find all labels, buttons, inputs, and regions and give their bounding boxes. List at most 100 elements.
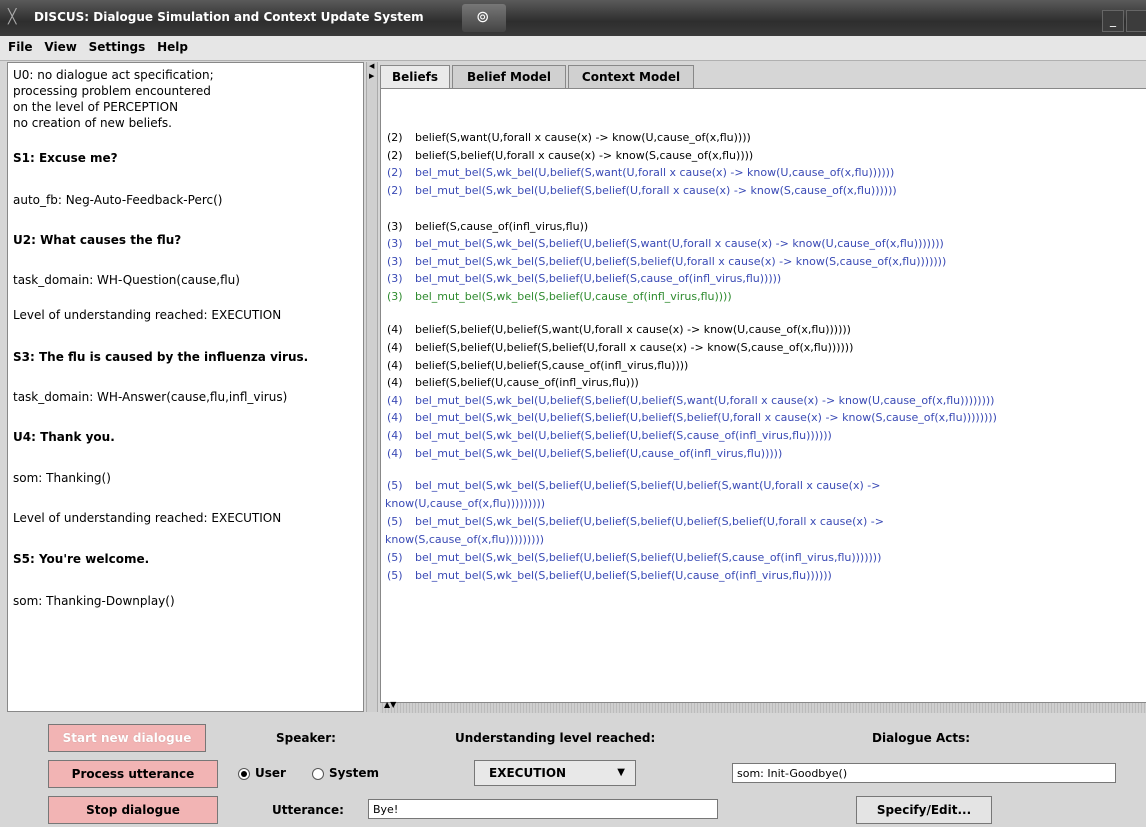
belief-index: (4)	[387, 411, 403, 424]
belief-line: know(U,cause_of(x,flu)))))))))	[385, 497, 545, 510]
belief-index: (2)	[387, 166, 403, 179]
belief-line: (4) belief(S,belief(U,belief(S,cause_of(i…	[387, 359, 688, 372]
belief-text: bel_mut_bel(S,wk_bel(U,belief(S,belief(U…	[415, 184, 897, 197]
window-title: DISCUS: Dialogue Simulation and Context …	[34, 10, 424, 24]
understanding-level-select[interactable]: EXECUTION ▼	[474, 760, 636, 786]
menu-settings[interactable]: Settings	[89, 40, 146, 54]
dialogue-log-line: S3: The flu is caused by the influenza v…	[13, 350, 309, 364]
close-button[interactable]	[1126, 10, 1146, 32]
belief-text: belief(S,cause_of(infl_virus,flu))	[415, 220, 589, 233]
belief-line: (3) bel_mut_bel(S,wk_bel(S,belief(U,belie…	[387, 237, 944, 250]
belief-text: bel_mut_bel(S,wk_bel(S,belief(U,cause_of…	[415, 290, 732, 303]
menu-view[interactable]: View	[44, 40, 76, 54]
belief-index: (5)	[387, 569, 403, 582]
understanding-level-label: Understanding level reached:	[455, 731, 656, 745]
dialogue-log-line: task_domain: WH-Answer(cause,flu,infl_vi…	[13, 390, 288, 404]
speaker-system-radio[interactable]: System	[312, 766, 379, 780]
dialogue-log-panel[interactable]: U0: no dialogue act specification; proces…	[7, 62, 364, 712]
dialogue-log-line: S5: You're welcome.	[13, 552, 150, 566]
belief-text: bel_mut_bel(S,wk_bel(S,belief(U,belief(S…	[415, 255, 947, 268]
belief-line: know(S,cause_of(x,flu)))))))))	[385, 533, 544, 546]
belief-line: (3) belief(S,cause_of(infl_virus,flu))	[387, 220, 588, 233]
belief-text: bel_mut_bel(S,wk_bel(S,belief(U,belief(S…	[415, 569, 832, 582]
collapse-right-icon[interactable]: ▶	[369, 72, 374, 80]
belief-index: (3)	[387, 272, 403, 285]
tab-beliefs[interactable]: Beliefs	[380, 65, 450, 89]
menu-file[interactable]: File	[8, 40, 33, 54]
window-close-x-icon[interactable]: ╳	[8, 9, 16, 25]
belief-text: bel_mut_bel(S,wk_bel(S,belief(U,belief(S…	[415, 551, 882, 564]
belief-line: (2) belief(S,want(U,forall x cause(x) -> …	[387, 131, 751, 144]
dialogue-acts-input[interactable]: som: Init-Goodbye()	[732, 763, 1116, 783]
belief-text: bel_mut_bel(S,wk_bel(U,belief(S,belief(U…	[415, 447, 783, 460]
understanding-level-value: EXECUTION	[489, 766, 567, 780]
belief-text: know(U,cause_of(x,flu)))))))))	[385, 497, 546, 510]
belief-index: (3)	[387, 220, 403, 233]
specify-edit-button[interactable]: Specify/Edit...	[856, 796, 992, 824]
belief-line: (5) bel_mut_bel(S,wk_bel(S,belief(U,belie…	[387, 515, 884, 528]
belief-index: (5)	[387, 515, 403, 528]
stop-dialogue-button[interactable]: Stop dialogue	[48, 796, 218, 824]
radio-unselected-icon	[312, 767, 324, 780]
belief-index: (3)	[387, 290, 403, 303]
beliefs-panel[interactable]: (2) belief(S,want(U,forall x cause(x) -> …	[380, 88, 1146, 704]
belief-line: (3) bel_mut_bel(S,wk_bel(S,belief(U,belie…	[387, 255, 946, 268]
dialogue-log-line: U2: What causes the flu?	[13, 233, 182, 247]
belief-line: (3) bel_mut_bel(S,wk_bel(S,belief(U,belie…	[387, 272, 781, 285]
belief-line: (4) bel_mut_bel(S,wk_bel(U,belief(S,belie…	[387, 411, 997, 424]
belief-index: (4)	[387, 376, 403, 389]
belief-line: (2) belief(S,belief(U,forall x cause(x) -…	[387, 149, 753, 162]
belief-index: (2)	[387, 149, 403, 162]
radio-selected-icon	[238, 767, 250, 780]
menu-help[interactable]: Help	[157, 40, 188, 54]
dialogue-log-line: som: Thanking-Downplay()	[13, 594, 175, 608]
belief-text: know(S,cause_of(x,flu)))))))))	[385, 533, 545, 546]
tab-belief-model[interactable]: Belief Model	[452, 65, 566, 88]
belief-text: belief(S,belief(U,belief(S,belief(U,fora…	[415, 341, 854, 354]
menu-bar: File View Settings Help	[0, 36, 1146, 61]
belief-index: (2)	[387, 184, 403, 197]
belief-index: (3)	[387, 255, 403, 268]
dialogue-log-line: on the level of PERCEPTION	[13, 100, 179, 114]
scroll-arrows-icon[interactable]: ▲▼	[384, 700, 396, 709]
horizontal-scrollbar[interactable]: ▲▼	[380, 700, 1146, 713]
minimize-button[interactable]: _	[1102, 10, 1124, 32]
utterance-input[interactable]: Bye!	[368, 799, 718, 819]
belief-text: belief(S,belief(U,belief(S,cause_of(infl…	[415, 359, 689, 372]
belief-index: (4)	[387, 341, 403, 354]
belief-line: (2) bel_mut_bel(S,wk_bel(U,belief(S,want(…	[387, 166, 894, 179]
belief-text: bel_mut_bel(S,wk_bel(S,belief(U,belief(S…	[415, 237, 944, 250]
belief-text: bel_mut_bel(S,wk_bel(U,belief(S,belief(U…	[415, 429, 832, 442]
pane-splitter[interactable]: ◀ ▶	[366, 62, 378, 712]
dialogue-log-line: U4: Thank you.	[13, 430, 115, 444]
taskbar-tab[interactable]: ⊚	[462, 4, 506, 32]
dialogue-log-line: task_domain: WH-Question(cause,flu)	[13, 273, 240, 287]
belief-line: (2) bel_mut_bel(S,wk_bel(U,belief(S,belie…	[387, 184, 897, 197]
belief-text: bel_mut_bel(S,wk_bel(S,belief(U,belief(S…	[415, 515, 884, 528]
belief-index: (5)	[387, 479, 403, 492]
process-utterance-button[interactable]: Process utterance	[48, 760, 218, 788]
tab-context-model[interactable]: Context Model	[568, 65, 694, 88]
dialogue-log-line: processing problem encountered	[13, 84, 211, 98]
belief-line: (4) belief(S,belief(U,belief(S,belief(U,f…	[387, 341, 853, 354]
belief-line: (4) belief(S,belief(U,belief(S,want(U,for…	[387, 323, 851, 336]
network-icon: ⊚	[476, 7, 490, 26]
dialogue-log-line: som: Thanking()	[13, 471, 111, 485]
collapse-left-icon[interactable]: ◀	[369, 62, 374, 70]
belief-line: (5) bel_mut_bel(S,wk_bel(S,belief(U,belie…	[387, 479, 880, 492]
dialogue-log-line: Level of understanding reached: EXECUTIO…	[13, 511, 282, 525]
belief-line: (4) bel_mut_bel(S,wk_bel(U,belief(S,belie…	[387, 447, 782, 460]
belief-text: bel_mut_bel(S,wk_bel(U,belief(S,belief(U…	[415, 411, 997, 424]
speaker-user-radio[interactable]: User	[238, 766, 286, 780]
control-panel: Start new dialogue Process utterance Sto…	[0, 713, 1146, 827]
belief-index: (4)	[387, 447, 403, 460]
belief-index: (4)	[387, 429, 403, 442]
belief-text: belief(S,belief(U,cause_of(infl_virus,fl…	[415, 376, 639, 389]
belief-index: (4)	[387, 394, 403, 407]
belief-text: bel_mut_bel(S,wk_bel(S,belief(U,belief(S…	[415, 479, 881, 492]
belief-text: bel_mut_bel(S,wk_bel(U,belief(S,want(U,f…	[415, 166, 895, 179]
belief-index: (3)	[387, 237, 403, 250]
dialogue-log-line: S1: Excuse me?	[13, 151, 118, 165]
start-new-dialogue-button[interactable]: Start new dialogue	[48, 724, 206, 752]
dialogue-log-line: no creation of new beliefs.	[13, 116, 172, 130]
